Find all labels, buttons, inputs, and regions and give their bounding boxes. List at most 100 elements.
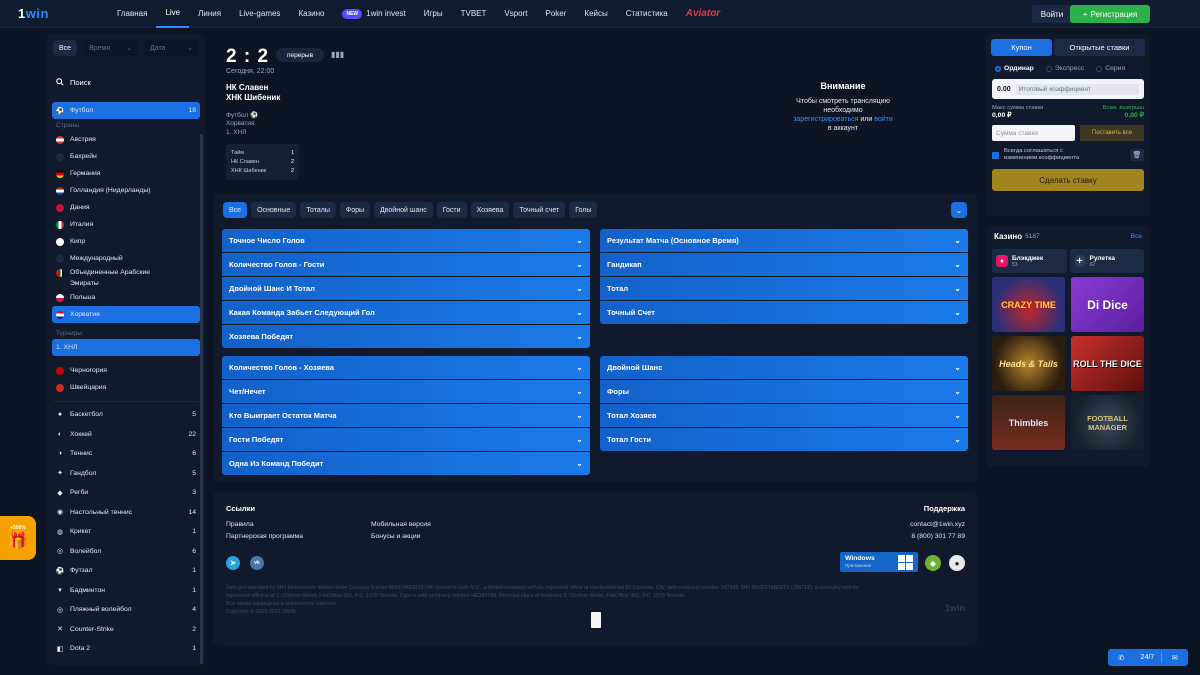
- stake-input[interactable]: Сумма ставки: [992, 125, 1075, 141]
- market-row[interactable]: Какая Команда Забьет Следующий Гол ⌄: [222, 301, 590, 324]
- nav-item-vsport[interactable]: Vsport: [495, 0, 536, 28]
- nav-item-statistics[interactable]: Статистика: [617, 0, 677, 28]
- chat-icon[interactable]: ✉: [1162, 654, 1188, 662]
- market-row[interactable]: Чет/Нечет ⌄: [222, 380, 590, 403]
- license-badge-icon[interactable]: [591, 612, 601, 628]
- market-row[interactable]: Гости Победят ⌄: [222, 428, 590, 451]
- market-row[interactable]: Двойной Шанс ⌄: [600, 356, 968, 379]
- chip-handicaps[interactable]: Форы: [339, 202, 371, 218]
- tab-open-bets[interactable]: Открытые ставки: [1054, 39, 1145, 56]
- chip-home[interactable]: Хозяева: [470, 202, 510, 218]
- filter-all[interactable]: Все: [53, 40, 78, 56]
- footer-link-bonuses[interactable]: Бонусы и акции: [371, 533, 420, 540]
- sport-rugby[interactable]: ◆ Регби 3: [47, 483, 205, 503]
- market-row[interactable]: Двойной Шанс И Тотал ⌄: [222, 277, 590, 300]
- country-netherlands[interactable]: Голландия (Нидерланды): [47, 182, 205, 199]
- telegram-icon[interactable]: ➤: [226, 556, 240, 570]
- sport-counter-strike[interactable]: ✕ Counter-Strike 2: [47, 620, 205, 640]
- country-bahrain[interactable]: Бахрейн: [47, 148, 205, 165]
- casino-category-roulette[interactable]: ✛ Рулетка 62: [1069, 249, 1144, 273]
- market-row[interactable]: Тотал ⌄: [600, 277, 968, 300]
- stake-all-button[interactable]: Поставить все: [1080, 125, 1144, 141]
- sidebar-item-football[interactable]: ⚽ Футбол 18: [52, 102, 200, 119]
- filter-date[interactable]: Дата ⌄: [144, 40, 199, 56]
- login-button[interactable]: Войти: [1032, 5, 1072, 23]
- chip-totals[interactable]: Тоталы: [300, 202, 336, 218]
- country-poland[interactable]: Польша: [47, 289, 205, 306]
- market-row[interactable]: Результат Матча (Основное Время) ⌄: [600, 229, 968, 252]
- nav-item-live-games[interactable]: Live-games: [230, 0, 289, 28]
- game-heads-tails[interactable]: Heads & Tails: [992, 336, 1065, 391]
- nav-item-tvbet[interactable]: TVBET: [452, 0, 496, 28]
- country-denmark[interactable]: Дания: [47, 199, 205, 216]
- make-bet-button[interactable]: Сделать ставку: [992, 169, 1144, 191]
- nav-item-games[interactable]: Игры: [415, 0, 452, 28]
- nav-item-live[interactable]: Live: [156, 0, 190, 28]
- market-row[interactable]: Точное Число Голов ⌄: [222, 229, 590, 252]
- windows-app-button[interactable]: Windows Приложение: [840, 552, 918, 572]
- casino-all-link[interactable]: Все: [1131, 233, 1142, 240]
- footer-link-partners[interactable]: Партнерская программа: [226, 533, 303, 540]
- country-international[interactable]: Международный: [47, 250, 205, 267]
- nav-item-cases[interactable]: Кейсы: [575, 0, 616, 28]
- sport-badminton[interactable]: ▾ Бадминтон 1: [47, 581, 205, 601]
- sidebar-scrollbar[interactable]: [200, 134, 203, 664]
- footer-support-email[interactable]: contact@1win.xyz: [910, 521, 965, 528]
- game-crazy-time[interactable]: CRAZY TIME: [992, 277, 1065, 332]
- statistics-icon[interactable]: ▮▮▮: [331, 50, 344, 59]
- vk-icon[interactable]: vk: [250, 556, 264, 570]
- market-row[interactable]: Тотал Хозяев ⌄: [600, 404, 968, 427]
- footer-support-phone[interactable]: 8 (800) 301 77 89: [911, 533, 965, 540]
- apple-icon[interactable]: ●: [949, 555, 965, 571]
- chip-goals[interactable]: Голы: [569, 202, 598, 218]
- sport-handball[interactable]: ✦ Гандбол 5: [47, 464, 205, 484]
- sport-futsal[interactable]: ⚽ Футзал 1: [47, 561, 205, 581]
- accept-odds-checkbox[interactable]: [992, 151, 999, 159]
- phone-icon[interactable]: ✆: [1108, 654, 1134, 662]
- chip-main[interactable]: Основные: [251, 202, 297, 218]
- logo[interactable]: 1win: [18, 6, 108, 21]
- radio-single[interactable]: Ординар: [995, 65, 1034, 72]
- market-row[interactable]: Форы ⌄: [600, 380, 968, 403]
- game-roll-the-dice[interactable]: ROLL THE DICE: [1071, 336, 1144, 391]
- country-montenegro[interactable]: Черногория: [47, 362, 205, 379]
- game-dice[interactable]: Di Dice: [1071, 277, 1144, 332]
- bonus-gift-button[interactable]: +500% 🎁: [0, 516, 36, 560]
- game-football-manager[interactable]: FOOTBALL MANAGER: [1071, 395, 1144, 450]
- country-austria[interactable]: Австрия: [47, 131, 205, 148]
- game-thimbles[interactable]: Thimbles: [992, 395, 1065, 450]
- chip-away[interactable]: Гости: [436, 202, 467, 218]
- tab-coupon[interactable]: Купон: [991, 39, 1052, 56]
- login-link[interactable]: войти: [874, 116, 893, 123]
- support-chat-widget[interactable]: ✆ 24/7 ✉: [1108, 649, 1188, 666]
- country-italy[interactable]: Италия: [47, 216, 205, 233]
- market-row[interactable]: Хозяева Победят ⌄: [222, 325, 590, 348]
- sport-hockey[interactable]: ◐ Хоккей 22: [47, 425, 205, 445]
- footer-link-mobile[interactable]: Мобильная версия: [371, 521, 431, 528]
- market-row[interactable]: Одна Из Команд Победит ⌄: [222, 452, 590, 475]
- sport-cricket[interactable]: ◍ Крикет 1: [47, 522, 205, 542]
- market-row[interactable]: Точный Счет ⌄: [600, 301, 968, 324]
- chip-all[interactable]: Все: [223, 202, 248, 218]
- country-croatia[interactable]: Хорватия: [52, 306, 200, 323]
- sport-tennis[interactable]: ◑ Теннис 6: [47, 444, 205, 464]
- country-uae[interactable]: Объединенные Арабские: [47, 267, 205, 278]
- radio-express[interactable]: Экспресс: [1045, 65, 1084, 72]
- nav-item-aviator[interactable]: Aviator: [677, 0, 729, 28]
- sport-beach-volleyball[interactable]: ◎ Пляжный волейбол 4: [47, 600, 205, 620]
- chip-double-chance[interactable]: Двойной шанс: [374, 202, 433, 218]
- nav-item-poker[interactable]: Poker: [537, 0, 576, 28]
- country-cyprus[interactable]: Кипр: [47, 233, 205, 250]
- casino-category-blackjack[interactable]: ♦ Блэкджек 53: [992, 249, 1067, 273]
- filter-time[interactable]: Время ⌄: [83, 40, 139, 56]
- nav-item-casino[interactable]: Казино: [289, 0, 333, 28]
- radio-series[interactable]: Серия: [1096, 65, 1125, 72]
- nav-item-home[interactable]: Главная: [108, 0, 156, 28]
- country-switzerland[interactable]: Швейцария: [47, 379, 205, 396]
- android-icon[interactable]: ◆: [925, 555, 941, 571]
- sport-table-tennis[interactable]: ◉ Настольный теннис 14: [47, 503, 205, 523]
- sport-dota2[interactable]: ◧ Dota 2 1: [47, 639, 205, 659]
- market-row[interactable]: Количество Голов - Гости ⌄: [222, 253, 590, 276]
- market-row[interactable]: Кто Выиграет Остаток Матча ⌄: [222, 404, 590, 427]
- nav-item-invest[interactable]: NEW 1win invest: [333, 0, 414, 28]
